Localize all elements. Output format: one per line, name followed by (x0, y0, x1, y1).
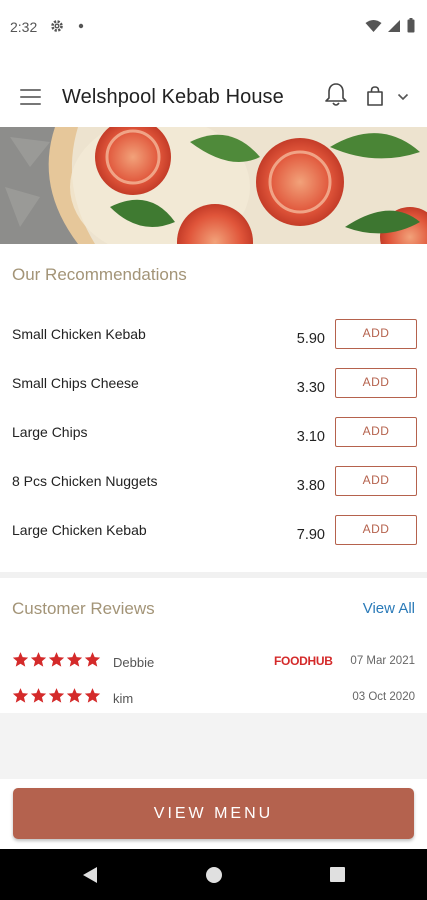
home-icon[interactable] (206, 867, 222, 883)
menu-item: Small Chicken Kebab 5.90 ADD (0, 319, 427, 366)
menu-item: 8 Pcs Chicken Nuggets 3.80 ADD (0, 466, 427, 513)
status-time: 2:32 (10, 19, 38, 35)
system-nav-bar (0, 849, 427, 900)
review-date: 03 Oct 2020 (352, 691, 415, 703)
item-price: 3.10 (296, 429, 325, 445)
item-name: Large Chips (12, 424, 88, 440)
section-divider (0, 572, 427, 578)
view-all-link[interactable]: View All (363, 600, 415, 617)
signal-icon (388, 19, 400, 32)
recommendations-title: Our Recommendations (12, 265, 187, 284)
star-icon (48, 688, 65, 703)
review-date: 07 Mar 2021 (350, 655, 415, 667)
star-icon (30, 652, 47, 667)
bell-icon[interactable] (324, 82, 348, 108)
item-price: 5.90 (296, 331, 325, 347)
menu-item: Large Chips 3.10 ADD (0, 417, 427, 464)
star-icon (66, 652, 83, 667)
chevron-down-icon[interactable] (397, 93, 409, 101)
app-bar: Welshpool Kebab House (0, 72, 427, 124)
reviews-title: Customer Reviews (12, 599, 155, 618)
item-price: 3.30 (296, 380, 325, 396)
add-button[interactable]: ADD (335, 515, 417, 545)
rating-stars (12, 687, 101, 704)
add-button[interactable]: ADD (335, 417, 417, 447)
status-bar: 2:32 (0, 0, 427, 56)
foodhub-logo: FOODHUB (274, 654, 333, 668)
view-menu-button[interactable]: VIEW MENU (13, 788, 414, 839)
star-icon (30, 688, 47, 703)
menu-item: Large Chicken Kebab 7.90 ADD (0, 515, 427, 562)
star-icon (84, 688, 101, 703)
menu-item: Small Chips Cheese 3.30 ADD (0, 368, 427, 415)
hero-banner-image (0, 127, 427, 244)
star-icon (12, 688, 29, 703)
star-icon (48, 652, 65, 667)
review-row: Debbie FOODHUB 07 Mar 2021 (0, 651, 427, 675)
star-icon (66, 688, 83, 703)
item-price: 7.90 (296, 527, 325, 543)
page-title: Welshpool Kebab House (62, 86, 284, 108)
wifi-icon (365, 19, 382, 32)
item-name: 8 Pcs Chicken Nuggets (12, 473, 158, 489)
item-name: Large Chicken Kebab (12, 522, 147, 538)
back-icon[interactable] (82, 866, 98, 884)
recent-apps-icon[interactable] (330, 867, 345, 882)
item-name: Small Chicken Kebab (12, 326, 146, 342)
notification-dot-icon (78, 23, 84, 29)
battery-icon (407, 18, 415, 33)
reviewer-name: kim (113, 691, 134, 706)
add-button[interactable]: ADD (335, 466, 417, 496)
add-button[interactable]: ADD (335, 368, 417, 398)
bag-icon[interactable] (366, 86, 384, 106)
star-icon (84, 652, 101, 667)
menu-icon[interactable] (20, 89, 41, 105)
add-button[interactable]: ADD (335, 319, 417, 349)
star-icon (12, 652, 29, 667)
item-name: Small Chips Cheese (12, 375, 139, 391)
content-background (0, 713, 427, 779)
bottom-bar: VIEW MENU (0, 779, 427, 849)
reviewer-name: Debbie (113, 655, 155, 670)
rating-stars (12, 651, 101, 668)
item-price: 3.80 (296, 478, 325, 494)
review-row: kim 03 Oct 2020 (0, 687, 427, 711)
settings-icon (51, 20, 63, 32)
